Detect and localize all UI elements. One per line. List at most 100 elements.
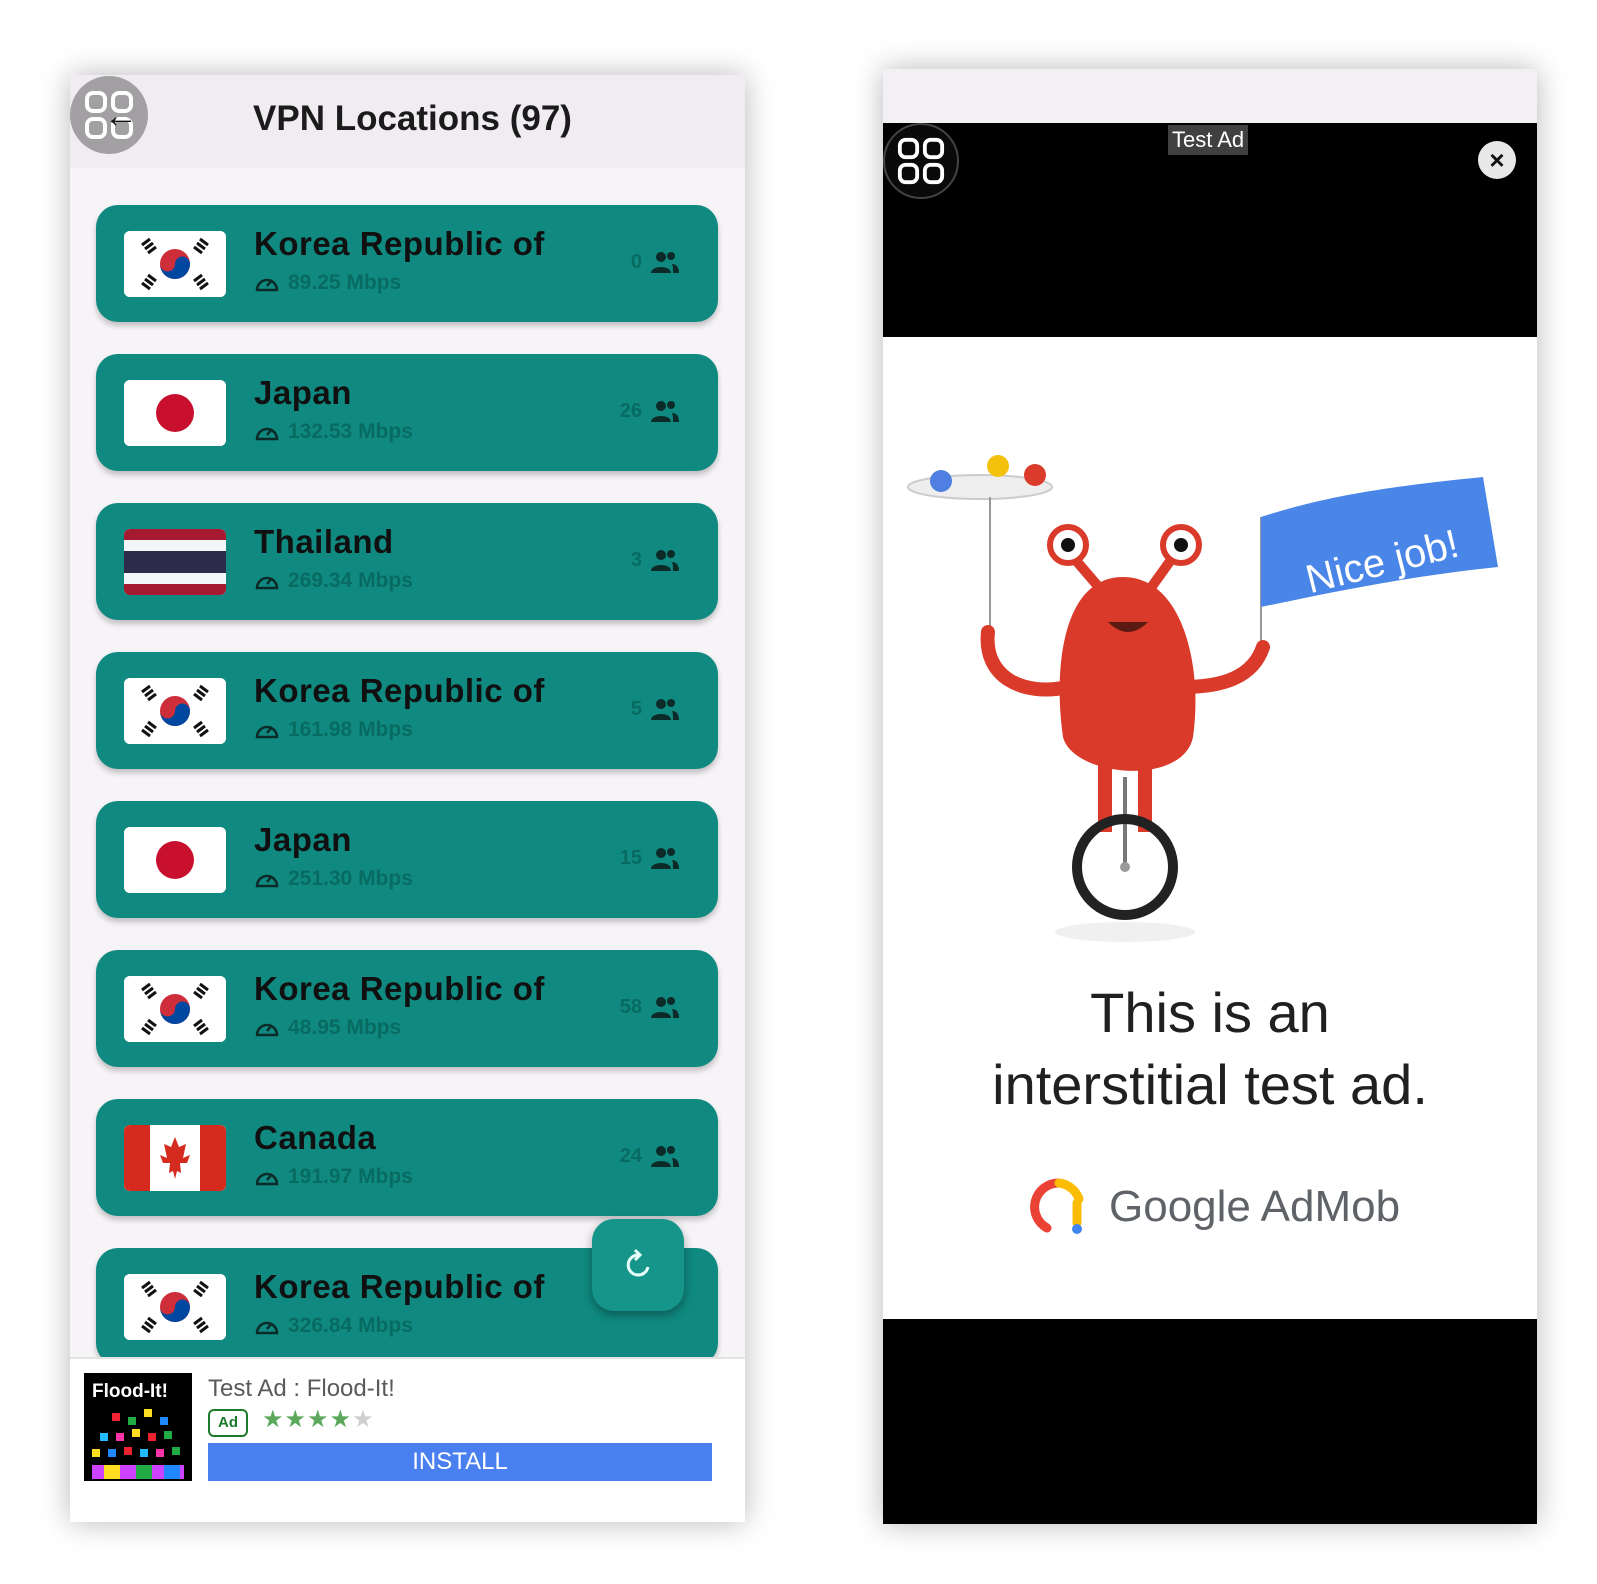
server-speed: 269.34 Mbps (254, 569, 413, 593)
location-row[interactable]: Thailand 269.34 Mbps 3 (96, 503, 718, 620)
speed-value: 89.25 Mbps (288, 271, 402, 294)
user-count-value: 26 (619, 399, 642, 422)
country-name: Japan (254, 821, 352, 858)
user-count: 3 (631, 547, 680, 573)
admob-branding: Google AdMob (1029, 1177, 1400, 1237)
korea-flag-icon (124, 976, 226, 1042)
back-arrow-icon[interactable]: ← (104, 97, 138, 136)
speedometer-icon (255, 1023, 279, 1037)
country-flag (124, 976, 226, 1042)
grid-icon (897, 137, 945, 185)
location-row[interactable]: Korea Republic of 89.25 Mbps 0 (96, 205, 718, 322)
user-count-value: 58 (619, 995, 642, 1018)
thailand-flag-icon (124, 529, 226, 595)
native-ad-banner[interactable]: Flood-It! Test Ad : Flood-It! Ad ★★★★★ I… (70, 1357, 745, 1522)
ad-headline-line-2: interstitial test ad. (992, 1053, 1428, 1116)
country-flag (124, 380, 226, 446)
status-area (883, 69, 1537, 123)
users-icon (651, 699, 679, 720)
server-speed: 191.97 Mbps (254, 1165, 413, 1189)
server-speed: 48.95 Mbps (254, 1016, 401, 1040)
interstitial-ad-screen: Test Ad × Nice job! This is an interstit… (883, 69, 1537, 1524)
location-row[interactable]: Japan 132.53 Mbps 26 (96, 354, 718, 471)
country-name: Thailand (254, 523, 394, 560)
unicycle-monster-illustration: Nice job! (907, 455, 1498, 942)
japan-flag-icon (124, 827, 226, 893)
overlay-grid-button[interactable] (883, 123, 959, 199)
japan-flag-icon (124, 380, 226, 446)
korea-flag-icon (124, 678, 226, 744)
server-speed: 132.53 Mbps (254, 420, 413, 444)
country-flag (124, 1274, 226, 1340)
user-count: 26 (620, 398, 680, 424)
korea-flag-icon (124, 1274, 226, 1340)
country-flag (124, 827, 226, 893)
user-count-value: 5 (630, 697, 642, 720)
ad-badge: Ad (208, 1409, 248, 1437)
user-count: 5 (631, 696, 680, 722)
location-row[interactable]: Japan 251.30 Mbps 15 (96, 801, 718, 918)
speed-value: 161.98 Mbps (288, 718, 413, 741)
user-count-value: 24 (619, 1144, 642, 1167)
stage: VPN Locations (97) ← Korea Republic of 89… (0, 0, 1597, 1584)
user-count-value: 3 (630, 548, 642, 571)
users-icon (651, 1146, 679, 1167)
speed-value: 269.34 Mbps (288, 569, 413, 592)
country-flag (124, 1125, 226, 1191)
speed-value: 48.95 Mbps (288, 1016, 402, 1039)
user-count: 24 (620, 1143, 680, 1169)
star-icon: ★ (329, 1406, 353, 1433)
country-name: Korea Republic of (254, 672, 545, 709)
user-count: 0 (631, 249, 680, 275)
ad-headline: This is an interstitial test ad. (883, 977, 1537, 1121)
location-row[interactable]: Korea Republic of 161.98 Mbps 5 (96, 652, 718, 769)
speedometer-icon (255, 874, 279, 888)
user-count: 15 (620, 845, 680, 871)
country-flag (124, 678, 226, 744)
ad-app-thumbnail[interactable]: Flood-It! (84, 1373, 192, 1481)
star-icon: ★ (262, 1406, 285, 1433)
flood-it-pixels-icon (92, 1409, 184, 1479)
user-count-value: 15 (619, 846, 642, 869)
speedometer-icon (255, 427, 279, 441)
country-name: Korea Republic of (254, 970, 545, 1007)
star-empty-icon: ★ (352, 1406, 375, 1433)
country-flag (124, 231, 226, 297)
user-count-value: 0 (630, 250, 642, 273)
users-icon (651, 252, 679, 273)
header: VPN Locations (97) (70, 75, 745, 168)
users-icon (651, 401, 679, 422)
vpn-locations-screen: VPN Locations (97) ← Korea Republic of 89… (70, 75, 745, 1522)
users-icon (651, 997, 679, 1018)
ad-headline-line-1: This is an (1090, 981, 1330, 1044)
location-row[interactable]: Canada 191.97 Mbps 24 (96, 1099, 718, 1216)
star-icon: ★ (284, 1406, 308, 1433)
install-button[interactable]: INSTALL (208, 1443, 712, 1481)
korea-flag-icon (124, 231, 226, 297)
star-icon: ★ (307, 1406, 330, 1433)
country-flag (124, 529, 226, 595)
server-speed: 89.25 Mbps (254, 271, 401, 295)
user-count: 58 (620, 994, 680, 1020)
ad-bottom-bar (883, 1319, 1537, 1524)
admob-logo-icon (1030, 1178, 1084, 1234)
test-ad-label: Test Ad (1168, 125, 1249, 155)
ad-rating-stars: ★★★★★ (262, 1405, 375, 1434)
speedometer-icon (255, 576, 279, 590)
ad-creative[interactable]: Nice job! This is an interstitial test a… (883, 337, 1537, 1319)
location-row[interactable]: Korea Republic of 48.95 Mbps 58 (96, 950, 718, 1067)
speed-value: 132.53 Mbps (288, 420, 413, 443)
server-speed: 251.30 Mbps (254, 867, 413, 891)
country-name: Canada (254, 1119, 377, 1156)
ad-title[interactable]: Test Ad : Flood-It! (208, 1375, 395, 1403)
server-speed: 326.84 Mbps (254, 1314, 413, 1338)
speed-value: 191.97 Mbps (288, 1165, 413, 1188)
refresh-button[interactable] (592, 1219, 684, 1311)
page-title: VPN Locations (97) (253, 99, 572, 138)
close-ad-button[interactable]: × (1478, 141, 1516, 179)
speedometer-icon (255, 1172, 279, 1186)
country-name: Japan (254, 374, 352, 411)
server-speed: 161.98 Mbps (254, 718, 413, 742)
speedometer-icon (255, 1321, 279, 1335)
speedometer-icon (255, 278, 279, 292)
